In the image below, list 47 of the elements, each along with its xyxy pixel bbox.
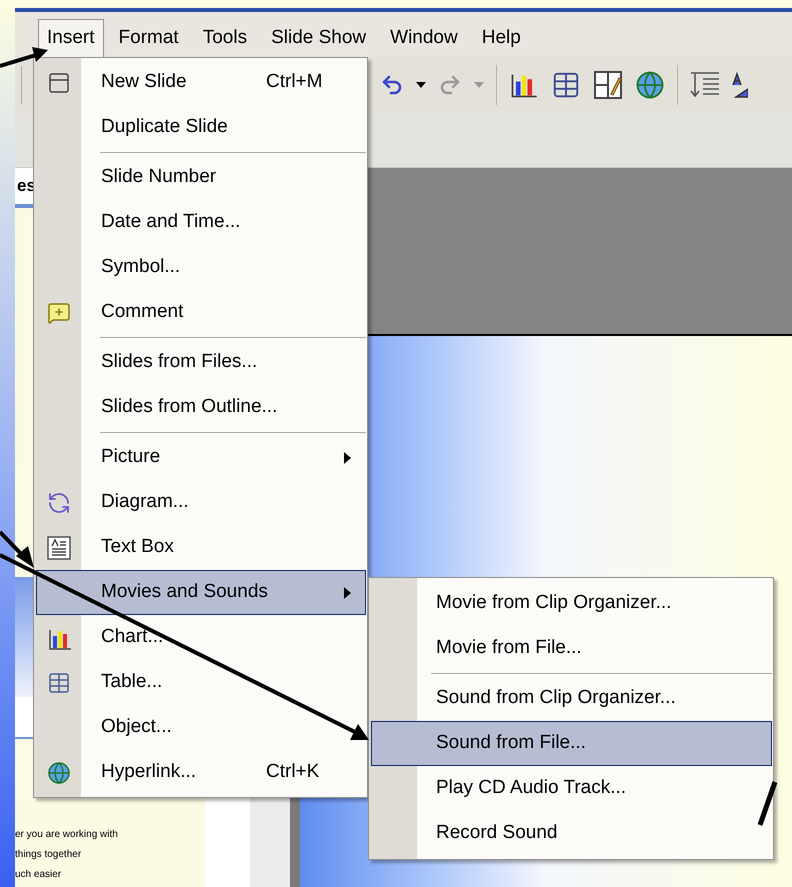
- menu-item[interactable]: Comment: [36, 290, 366, 335]
- cycle-icon: [47, 491, 71, 515]
- menu-item[interactable]: Record Sound: [371, 811, 772, 856]
- menu-bar-item[interactable]: Insert: [38, 19, 104, 57]
- menu-bar-item[interactable]: Slide Show: [262, 19, 376, 57]
- note-icon: [47, 301, 71, 325]
- menu-item[interactable]: Play CD Audio Track...: [371, 766, 772, 811]
- table-pencil-icon[interactable]: [593, 70, 623, 100]
- pane-text: er you are working with: [15, 828, 119, 842]
- menu-item[interactable]: Picture: [36, 435, 366, 480]
- menu-bar-item[interactable]: Format: [110, 19, 188, 57]
- menu-item[interactable]: Diagram...: [36, 480, 366, 525]
- menu-item[interactable]: Slides from Outline...: [36, 385, 366, 430]
- table-icon[interactable]: [551, 70, 581, 100]
- text-box-icon: [47, 536, 71, 560]
- menu-item[interactable]: Object...: [36, 705, 366, 750]
- menu-item[interactable]: Symbol...: [36, 245, 366, 290]
- caret-icon[interactable]: [416, 82, 426, 88]
- menu-item[interactable]: Text Box: [36, 525, 366, 570]
- menu-item[interactable]: Movie from File...: [371, 626, 772, 671]
- menu-item[interactable]: Table...: [36, 660, 366, 705]
- submenu-arrow-icon: [344, 587, 351, 599]
- menu-item[interactable]: Hyperlink... Ctrl+K: [36, 750, 366, 795]
- menu-item[interactable]: Slide Number: [36, 155, 366, 200]
- menu-item[interactable]: Date and Time...: [36, 200, 366, 245]
- menu-bar-item[interactable]: Window: [381, 19, 467, 57]
- line-drawing: [758, 781, 778, 826]
- menu-item[interactable]: Sound from File...: [371, 721, 772, 766]
- menu-item[interactable]: Sound from Clip Organizer...: [371, 676, 772, 721]
- arrow: [0, 47, 48, 68]
- globe-icon: [47, 761, 71, 785]
- pane-text: uch easier: [15, 868, 62, 882]
- submenu-arrow-icon: [344, 452, 351, 464]
- pane-text: things together: [15, 848, 82, 862]
- menu-item[interactable]: Slides from Files...: [36, 340, 366, 385]
- window-icon: [47, 71, 71, 95]
- menu-item[interactable]: Duplicate Slide: [36, 105, 366, 150]
- font-size-icon[interactable]: [732, 71, 748, 99]
- menu-bar-item[interactable]: Tools: [194, 19, 256, 57]
- menu-item[interactable]: Movies and Sounds: [36, 570, 366, 615]
- undo-icon[interactable]: [380, 73, 404, 97]
- line-spacing-icon[interactable]: [690, 71, 720, 99]
- menu-item[interactable]: Movie from Clip Organizer...: [371, 581, 772, 626]
- globe-icon[interactable]: [635, 70, 665, 100]
- table-icon: [47, 671, 71, 695]
- menu-item[interactable]: Chart...: [36, 615, 366, 660]
- menu-bar-item[interactable]: Help: [472, 19, 530, 57]
